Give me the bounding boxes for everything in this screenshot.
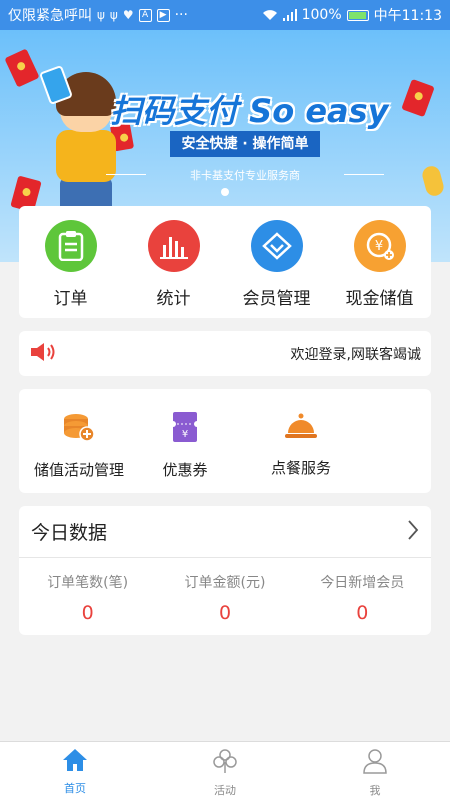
services-card: 储值活动管理 ¥ 优惠券 点餐服务 [19, 389, 431, 493]
coin-icon [420, 164, 446, 198]
clover-icon [212, 748, 238, 778]
svg-text:¥: ¥ [374, 239, 382, 254]
usb-icon: ψ [109, 8, 118, 22]
red-envelope-icon [4, 48, 40, 88]
today-data-header[interactable]: 今日数据 [19, 506, 431, 558]
order-count-value: 0 [81, 602, 94, 624]
red-envelope-icon [401, 78, 435, 118]
notice-bar[interactable]: 欢迎登录,网联客竭诚 [19, 331, 431, 376]
tab-home[interactable]: 首页 [0, 742, 150, 800]
battery-icon [346, 9, 369, 21]
status-bar: 仅限紧急呼叫 ψ ψ ♥ A ▶ ··· 100% 中午11:13 [0, 0, 450, 30]
diamond-icon [250, 220, 303, 272]
clock: 中午11:13 [373, 8, 442, 24]
user-icon [362, 748, 388, 778]
yuan-coin-icon: ¥ [353, 220, 406, 272]
notice-text: 欢迎登录,网联客竭诚 [290, 346, 421, 363]
tab-activity-label: 活动 [214, 784, 236, 797]
battery-percent: 100% [301, 7, 342, 23]
orders-label: 订单 [53, 289, 88, 309]
signal-icon [282, 9, 297, 21]
new-members-label: 今日新增会员 [320, 575, 405, 591]
bar-chart-icon [147, 220, 200, 272]
orders-button[interactable]: 订单 [19, 206, 122, 318]
today-data-card: 今日数据 订单笔数(笔) 0 订单金额(元) 0 今日新增会员 0 [19, 506, 431, 635]
heart-icon: ♥ [122, 8, 134, 22]
bottom-tab-bar: 首页 活动 我 [0, 741, 450, 800]
new-members-value: 0 [356, 602, 369, 624]
order-amount-label: 订单金额(元) [184, 575, 266, 591]
banner-title: 扫码支付 So easy [110, 92, 389, 130]
chevron-right-icon [407, 519, 419, 545]
member-management-button[interactable]: 会员管理 [225, 206, 328, 318]
wifi-icon [262, 10, 277, 20]
statistics-label: 统计 [156, 289, 191, 309]
coin-stack-icon [62, 411, 96, 447]
tab-me[interactable]: 我 [300, 742, 450, 800]
tab-me-label: 我 [369, 784, 381, 797]
more-icon: ··· [174, 7, 188, 23]
svg-text:¥: ¥ [182, 429, 188, 440]
stored-value-activity-label: 储值活动管理 [33, 461, 124, 479]
tab-activity[interactable]: 活动 [150, 742, 300, 800]
usb-icon: ψ [97, 8, 105, 22]
statistics-button[interactable]: 统计 [122, 206, 225, 318]
order-count-label: 订单笔数(笔) [47, 575, 129, 591]
clipboard-icon [44, 220, 97, 272]
speaker-icon [29, 341, 57, 367]
coupon-button[interactable]: ¥ 优惠券 [139, 389, 231, 493]
today-stats-row: 订单笔数(笔) 0 订单金额(元) 0 今日新增会员 0 [19, 558, 431, 624]
cash-deposit-button[interactable]: ¥ 现金储值 [328, 206, 431, 318]
banner-ribbon: 安全快捷 · 操作简单 [170, 131, 320, 157]
order-amount-stat: 订单金额(元) 0 [156, 572, 293, 624]
tab-home-label: 首页 [64, 782, 86, 795]
today-data-title: 今日数据 [31, 522, 108, 544]
cash-deposit-label: 现金储值 [345, 289, 414, 309]
food-service-label: 点餐服务 [270, 459, 331, 477]
order-amount-value: 0 [218, 602, 232, 624]
carousel-indicator[interactable] [221, 188, 229, 196]
new-members-stat: 今日新增会员 0 [294, 572, 431, 624]
home-icon [62, 748, 88, 776]
stored-value-activity-button[interactable]: 储值活动管理 [19, 389, 139, 493]
order-count-stat: 订单笔数(笔) 0 [19, 572, 156, 624]
a-icon: A [138, 8, 152, 22]
play-icon: ▶ [156, 8, 170, 22]
member-management-label: 会员管理 [242, 289, 311, 309]
food-cloche-icon [284, 411, 318, 445]
coupon-label: 优惠券 [162, 461, 208, 479]
banner-subtitle: 非卡基支付专业服务商 [106, 167, 384, 183]
food-service-button[interactable]: 点餐服务 [231, 389, 371, 493]
carrier-text: 仅限紧急呼叫 [8, 8, 92, 24]
coupon-icon: ¥ [170, 411, 200, 447]
quick-actions-card: 订单 统计 会员管理 ¥ 现金储值 [19, 206, 431, 318]
